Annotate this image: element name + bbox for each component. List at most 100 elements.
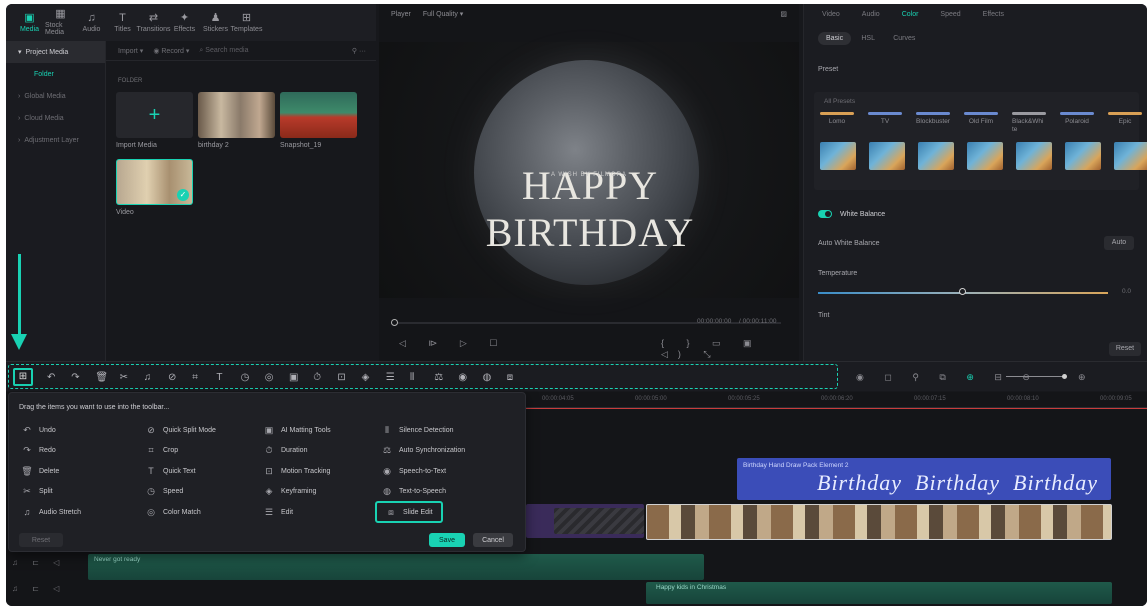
preset-item[interactable]: TV (868, 112, 902, 134)
nav-item-templates[interactable]: ⊞ Templates (231, 12, 263, 33)
toolbar-option-silence-detection[interactable]: ⫴ Silence Detection (381, 424, 453, 436)
preset-thumbnail[interactable] (1016, 142, 1052, 170)
motion-tracking-icon[interactable]: ⊡ (337, 365, 345, 390)
quality-select[interactable]: Full Quality ▾ (423, 10, 463, 18)
toolbar-option-delete[interactable]: 🗑 Delete (21, 465, 59, 477)
search-input[interactable]: ⌕ Search media (199, 47, 248, 55)
toolbar-option-motion-tracking[interactable]: ⊡ Motion Tracking (263, 465, 330, 477)
subtab-basic[interactable]: Basic (818, 32, 852, 45)
playback-controls[interactable]: ◁ ⧐ ▷ ☐ (399, 338, 507, 349)
toolbar-option-edit[interactable]: ☰ Edit (263, 506, 293, 518)
panel-reset-button[interactable]: Reset (19, 533, 63, 547)
tab-video[interactable]: Video (822, 11, 840, 18)
import-button[interactable]: Import ▾ (118, 47, 143, 55)
preset-item[interactable]: Black&Whi te (1012, 112, 1046, 134)
preset-thumbnail[interactable] (918, 142, 954, 170)
zoom-slider[interactable] (1006, 376, 1064, 377)
preset-thumbnail[interactable] (869, 142, 905, 170)
zoom-in-icon[interactable]: ⊕ (1078, 362, 1086, 392)
toolbar-option-color-match[interactable]: ◎ Color Match (145, 506, 201, 518)
zoom-knob[interactable] (1062, 374, 1067, 379)
toolbar-option-quick-text[interactable]: T Quick Text (145, 465, 195, 477)
reset-button[interactable]: Reset (1109, 342, 1141, 356)
nav-item-effects[interactable]: ✦ Effects (169, 12, 200, 33)
title-clip[interactable]: Birthday Hand Draw Pack Element 2 Birthd… (737, 458, 1111, 500)
preset-thumbnail[interactable] (1114, 142, 1147, 170)
duration-icon[interactable]: ⏱ (313, 365, 321, 390)
toolbar-option-split[interactable]: ✂ Split (21, 486, 52, 498)
sidebar-item-cloud-media[interactable]: › Cloud Media (6, 107, 105, 129)
quick-text-icon[interactable]: T (216, 365, 222, 390)
sidebar-item-project-media[interactable]: ▾ Project Media (6, 41, 105, 63)
sidebar-item-global-media[interactable]: › Global Media (6, 85, 105, 107)
preset-item[interactable]: Polaroid (1060, 112, 1094, 134)
subtab-curves[interactable]: Curves (885, 32, 923, 45)
split-icon[interactable]: ✂ (120, 365, 128, 390)
nav-item-audio[interactable]: ♫ Audio (76, 12, 107, 33)
speech-to-text-icon[interactable]: ◉ (458, 365, 467, 390)
toolbar-option-duration[interactable]: ⏱ Duration (263, 445, 307, 457)
timeline-right-tools[interactable]: ◉ ◻ ⚲ ⧉ ⊕ ⊟ ⊖ (856, 362, 1039, 392)
preset-item[interactable]: Blockbuster (916, 112, 950, 134)
save-button[interactable]: Save (429, 533, 465, 547)
audio-clip[interactable]: Never got ready (88, 554, 704, 580)
toolbar-option-speech-to-text[interactable]: ◉ Speech-to-Text (381, 465, 446, 477)
preset-item[interactable]: Epic (1108, 112, 1142, 134)
video-clip[interactable] (646, 504, 1112, 540)
preset-thumbnail[interactable] (967, 142, 1003, 170)
toolbar-option-ai-matting-tools[interactable]: ▣ AI Matting Tools (263, 424, 331, 436)
toolbar-option-redo[interactable]: ↷ Redo (21, 445, 56, 457)
toolbar-option-undo[interactable]: ↶ Undo (21, 424, 56, 436)
sidebar-item-folder[interactable]: Folder (6, 63, 105, 85)
undo-icon[interactable]: ↶ (47, 365, 55, 390)
color-match-icon[interactable]: ◎ (265, 365, 274, 390)
nav-item-titles[interactable]: T Titles (107, 12, 138, 33)
cancel-button[interactable]: Cancel (473, 533, 513, 547)
media-thumbnail[interactable] (198, 92, 275, 138)
player-tools[interactable]: { } ▭ ▣ ◁) ⤡ (661, 338, 799, 360)
auto-button[interactable]: Auto (1104, 236, 1134, 250)
snap-icon[interactable]: ⊕ (966, 372, 983, 382)
preset-item[interactable]: Lomo (820, 112, 854, 134)
tab-effects[interactable]: Effects (983, 11, 1004, 18)
media-thumbnail[interactable] (280, 92, 357, 138)
edit-icon[interactable]: ☰ (386, 365, 395, 390)
scrubber-handle[interactable] (391, 319, 398, 326)
white-balance-toggle[interactable] (818, 210, 832, 218)
customize-toolbar-icon[interactable]: ⊞ (13, 368, 33, 386)
toolbar-option-speed[interactable]: ◷ Speed (145, 486, 183, 498)
audio-track-controls[interactable]: ♫ ⊏ ◁ (12, 558, 65, 567)
ai-matting-icon[interactable]: ▣ (289, 365, 298, 390)
import-media-tile[interactable]: + (116, 92, 193, 138)
preset-thumbnail[interactable] (1065, 142, 1101, 170)
redo-icon[interactable]: ↷ (71, 365, 79, 390)
temperature-knob[interactable] (959, 288, 966, 295)
subtab-hsl[interactable]: HSL (853, 32, 883, 45)
nav-item-transitions[interactable]: ⇄ Transitions (137, 12, 171, 33)
crop-icon[interactable]: ⌗ (192, 365, 198, 390)
auto-sync-icon[interactable]: ⚖ (434, 365, 443, 390)
snapshot-icon[interactable]: ▨ (780, 10, 787, 18)
toolbar-option-quick-split-mode[interactable]: ⊘ Quick Split Mode (145, 424, 216, 436)
slide-edit-icon[interactable]: ⧈ (507, 365, 513, 390)
toolbar-option-text-to-speech[interactable]: ◍ Text-to-Speech (381, 486, 446, 498)
nav-item-media[interactable]: ▣ Media (14, 12, 45, 33)
nav-item-stock-media[interactable]: ▦ Stock Media (45, 9, 76, 37)
record-button[interactable]: ◉ Record ▾ (153, 47, 189, 55)
toolbar-option-auto-synchronization[interactable]: ⚖ Auto Synchronization (381, 445, 465, 457)
toolbar-option-keyframing[interactable]: ◈ Keyframing (263, 486, 317, 498)
preset-item[interactable]: Old Film (964, 112, 998, 134)
speed-icon[interactable]: ◷ (241, 365, 250, 390)
audio-track-controls[interactable]: ♫ ⊏ ◁ (12, 584, 65, 593)
preset-thumbnail[interactable] (820, 142, 856, 170)
delete-icon[interactable]: 🗑 (95, 365, 108, 390)
temperature-value[interactable]: 0.0 (1122, 288, 1131, 295)
tab-audio[interactable]: Audio (862, 11, 880, 18)
tab-color[interactable]: Color (902, 11, 919, 18)
media-thumbnail[interactable]: ✓ (116, 159, 193, 205)
quick-split-icon[interactable]: ⊘ (168, 365, 176, 390)
silence-detection-icon[interactable]: ⫴ (410, 365, 414, 390)
audio-clip[interactable]: Happy kids in Christmas (646, 582, 1112, 604)
toolbar-option-crop[interactable]: ⌗ Crop (145, 445, 178, 457)
filter-icon[interactable]: ⚲ ··· (352, 47, 366, 55)
